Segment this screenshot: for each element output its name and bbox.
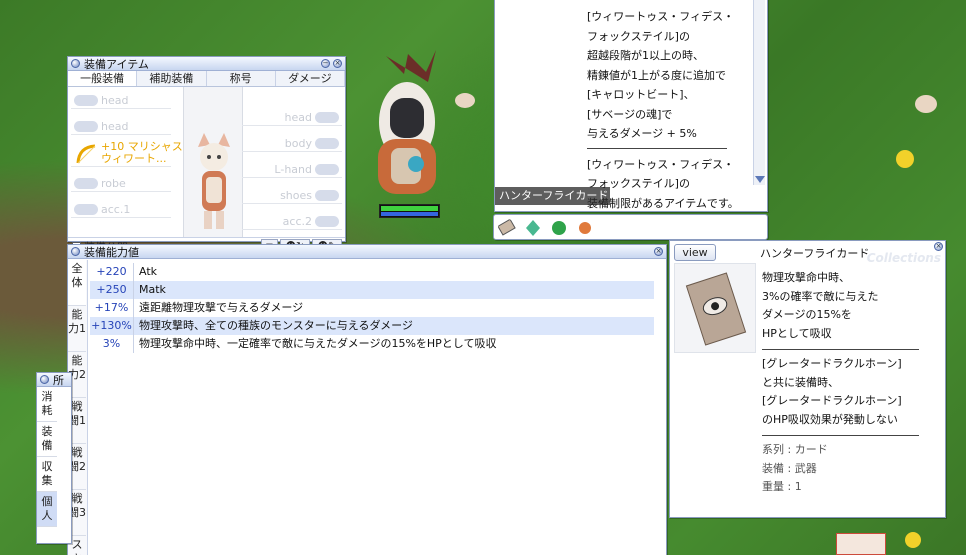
equipment-character-preview bbox=[183, 87, 243, 237]
close-icon[interactable]: × bbox=[333, 59, 342, 68]
slot-acc1[interactable]: acc.1 bbox=[71, 201, 171, 218]
stat-row: 3% 物理攻撃命中時、一定確率で敵に与えたダメージの15%をHPとして吸収 bbox=[90, 335, 654, 353]
empty-slot-icon bbox=[74, 95, 98, 106]
stat-row: +250 Matk bbox=[90, 281, 654, 299]
tab-consumable[interactable]: 消耗 bbox=[37, 387, 57, 422]
card-equip-slot: 装備 : 武器 bbox=[762, 461, 817, 475]
slot-acc2[interactable]: acc.2 bbox=[242, 213, 342, 230]
view-button[interactable]: view bbox=[674, 244, 716, 261]
player-character[interactable] bbox=[366, 44, 448, 202]
tab-ability1[interactable]: 能力1 bbox=[68, 306, 86, 352]
description-scrollbar[interactable] bbox=[753, 0, 765, 185]
equipped-weapon-name: +10 マリシャス ウィワート... bbox=[101, 140, 183, 165]
divider bbox=[762, 435, 919, 436]
stat-row: +130% 物理攻撃時、全ての種族のモンスターに与えるダメージ bbox=[90, 317, 654, 335]
tab-title[interactable]: 称号 bbox=[206, 71, 276, 86]
tab-general-equipment[interactable]: 一般装備 bbox=[68, 71, 138, 86]
divider bbox=[587, 147, 727, 149]
slot-head-mid[interactable]: head bbox=[71, 118, 171, 135]
card-slot-orb-icon[interactable] bbox=[576, 219, 594, 237]
tab-auxiliary-equipment[interactable]: 補助装備 bbox=[137, 71, 207, 86]
stats-title: 装備能力値 bbox=[84, 245, 139, 259]
inventory-titlebar[interactable]: 所 bbox=[37, 373, 71, 387]
card-slot-crystal-icon[interactable] bbox=[524, 219, 542, 237]
close-icon[interactable]: × bbox=[934, 242, 943, 251]
equipment-window: 装備アイテム − × 一般装備 補助装備 称号 ダメージ head head +… bbox=[67, 56, 346, 254]
card-illustration bbox=[674, 263, 756, 353]
scroll-down-icon[interactable] bbox=[755, 176, 765, 183]
card-on-ground[interactable] bbox=[836, 533, 886, 555]
inventory-title: 所 bbox=[53, 373, 64, 387]
minimize-icon[interactable]: − bbox=[321, 59, 330, 68]
stat-row: +220 Atk bbox=[90, 263, 654, 281]
window-icon bbox=[71, 247, 80, 256]
inventory-window: 所 消耗 装備 収集 個人 bbox=[36, 372, 72, 544]
tab-all[interactable]: 全体 bbox=[68, 260, 86, 306]
card-slot-hunterfly-icon[interactable] bbox=[498, 219, 516, 237]
equipment-title: 装備アイテム bbox=[84, 57, 149, 71]
tab-collection[interactable]: 収集 bbox=[37, 457, 57, 492]
empty-slot-icon bbox=[74, 178, 98, 189]
card-description: 物理攻撃命中時、 3%の確率で敵に与えた ダメージの15%を HPとして吸収 [… bbox=[762, 269, 919, 497]
slot-left-hand[interactable]: L-hand bbox=[242, 161, 342, 178]
equipment-tabs: 一般装備 補助装備 称号 ダメージ bbox=[68, 71, 345, 87]
item-description-window: [ウィワートゥス・フィデス・ フォックステイル]の 超越段階が1以上の時、 精錬… bbox=[494, 0, 768, 212]
bow-icon bbox=[76, 144, 96, 164]
empty-slot-icon bbox=[315, 216, 339, 227]
bush-decoration bbox=[455, 93, 475, 108]
empty-slot-icon bbox=[74, 204, 98, 215]
item-description-text: [ウィワートゥス・フィデス・ フォックステイル]の 超越段階が1以上の時、 精錬… bbox=[587, 10, 739, 210]
close-icon[interactable]: × bbox=[654, 247, 663, 256]
slot-body[interactable]: body bbox=[242, 135, 342, 152]
slot-head-upper[interactable]: head bbox=[71, 92, 171, 109]
empty-slot-icon bbox=[315, 112, 339, 123]
player-hp-sp-bar bbox=[379, 204, 440, 218]
card-info-window: view ハンターフライカード Collections × 物理攻撃命中時、 3… bbox=[669, 240, 946, 518]
flower-decoration bbox=[896, 150, 914, 168]
tab-equipment[interactable]: 装備 bbox=[37, 422, 57, 457]
flower-decoration bbox=[905, 532, 921, 548]
tab-personal[interactable]: 個人 bbox=[37, 492, 57, 527]
card-name: ハンターフライカード bbox=[760, 247, 870, 260]
card-slot-plant-icon[interactable] bbox=[550, 219, 568, 237]
empty-slot-icon bbox=[315, 190, 339, 201]
stats-list: +220 Atk +250 Matk +17% 遠距離物理攻撃で与えるダメージ +13… bbox=[90, 263, 654, 353]
tooltip-card-name: ハンターフライカード bbox=[495, 187, 610, 205]
collections-watermark: Collections bbox=[866, 251, 941, 265]
card-slot-bar bbox=[493, 214, 768, 240]
empty-slot-icon bbox=[74, 121, 98, 132]
empty-slot-icon bbox=[315, 164, 339, 175]
card-type: 系列 : カード bbox=[762, 443, 828, 456]
slot-head-lower[interactable]: head bbox=[242, 109, 342, 126]
equipment-stats-window: 装備能力値 × 全体 能力1 能力2 戦闘1 戦闘2 戦闘3 スキ +220At… bbox=[67, 244, 667, 555]
window-icon bbox=[71, 59, 80, 68]
window-icon bbox=[40, 375, 49, 384]
empty-slot-icon bbox=[315, 138, 339, 149]
stat-row: +17% 遠距離物理攻撃で与えるダメージ bbox=[90, 299, 654, 317]
slot-shoes[interactable]: shoes bbox=[242, 187, 342, 204]
divider bbox=[762, 349, 919, 350]
card-weight: 重量 : 1 bbox=[762, 480, 802, 493]
slot-weapon[interactable]: +10 マリシャス ウィワート... bbox=[71, 140, 183, 167]
tab-damage[interactable]: ダメージ bbox=[275, 71, 345, 86]
slot-robe[interactable]: robe bbox=[71, 175, 171, 192]
bush-decoration bbox=[915, 95, 937, 113]
stats-titlebar[interactable]: 装備能力値 × bbox=[68, 245, 666, 259]
equipment-titlebar[interactable]: 装備アイテム − × bbox=[68, 57, 345, 71]
